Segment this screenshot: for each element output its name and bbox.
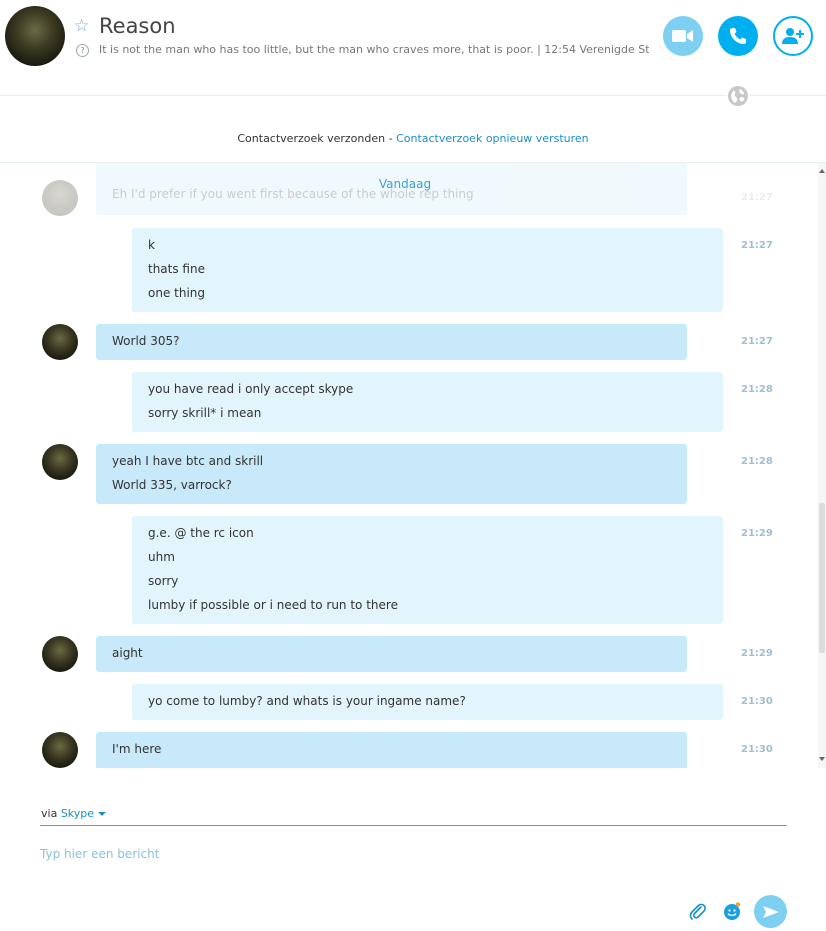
- scroll-up-icon[interactable]: [819, 169, 825, 173]
- message-text: g.e. @ the rc icon: [148, 526, 254, 540]
- phone-icon: [730, 28, 746, 44]
- contact-avatar-small[interactable]: [42, 636, 78, 672]
- add-person-icon: [782, 28, 804, 44]
- paperclip-icon: [689, 903, 706, 920]
- header-divider: [0, 95, 826, 96]
- message-time: 21:30: [741, 696, 773, 707]
- video-camera-icon: [672, 30, 693, 42]
- message-text: you have read i only accept skype: [148, 382, 354, 396]
- date-separator: Vandaag: [378, 177, 432, 191]
- message-text: one thing: [148, 286, 206, 300]
- attach-button[interactable]: [686, 900, 708, 922]
- message-time: 21:27: [741, 240, 773, 251]
- compose-area: via Skype: [0, 768, 826, 931]
- message-text: sorry: [148, 574, 179, 588]
- compose-divider: [40, 825, 787, 826]
- contact-avatar[interactable]: [5, 6, 65, 66]
- conversation-header: ☆ Reason ? It is not the man who has too…: [0, 0, 826, 96]
- chat-scrollbar[interactable]: [818, 163, 826, 768]
- scrollbar-thumb[interactable]: [819, 503, 825, 653]
- via-service[interactable]: Skype: [61, 807, 94, 820]
- smiley-icon: [724, 902, 741, 920]
- message-text: lumby if possible or i need to run to th…: [148, 598, 398, 612]
- via-selector[interactable]: via Skype: [41, 807, 107, 820]
- message-text: yo come to lumby? and whats is your inga…: [148, 694, 466, 708]
- chat-history[interactable]: Vandaag Eh I'd prefer if you went first …: [0, 163, 818, 768]
- video-call-button[interactable]: [663, 16, 703, 56]
- message-text: k: [148, 238, 155, 252]
- message-text: World 335, varrock?: [112, 478, 232, 492]
- message-time: 21:29: [741, 648, 773, 659]
- contact-request-sent-text: Contactverzoek verzonden -: [237, 132, 397, 145]
- contact-avatar-small[interactable]: [42, 444, 78, 480]
- message-time: 21:29: [741, 528, 773, 539]
- message-text: yeah I have btc and skrill: [112, 454, 264, 468]
- message-text: I'm here: [112, 742, 162, 756]
- via-label: via: [41, 807, 58, 820]
- message-bubble[interactable]: yo come to lumby? and whats is your inga…: [132, 684, 723, 720]
- message-text: thats fine: [148, 262, 205, 276]
- help-icon: ?: [76, 44, 89, 57]
- message-text: sorry skrill* i mean: [148, 406, 262, 420]
- message-text: uhm: [148, 550, 175, 564]
- message-bubble[interactable]: yeah I have btc and skrill World 335, va…: [96, 444, 687, 504]
- message-time: 21:30: [741, 744, 773, 755]
- message-time: 21:27: [741, 336, 773, 347]
- emoticon-button[interactable]: [721, 900, 743, 922]
- message-text: aight: [112, 646, 143, 660]
- add-people-button[interactable]: [773, 16, 813, 56]
- message-text: World 305?: [112, 334, 180, 348]
- message-bubble[interactable]: k thats fine one thing: [132, 228, 723, 312]
- contact-request-notice: Contactverzoek verzonden - Contactverzoe…: [0, 132, 826, 145]
- message-bubble[interactable]: g.e. @ the rc icon uhm sorry lumby if po…: [132, 516, 723, 624]
- chevron-down-icon[interactable]: [98, 812, 107, 816]
- message-bubble[interactable]: World 305?: [96, 324, 687, 360]
- call-button[interactable]: [718, 16, 758, 56]
- message-input[interactable]: [40, 844, 740, 864]
- mood-message: It is not the man who has too little, bu…: [99, 43, 649, 56]
- message-bubble[interactable]: I'm here: [96, 732, 687, 768]
- resend-contact-request-link[interactable]: Contactverzoek opnieuw versturen: [396, 132, 589, 145]
- contact-avatar-small[interactable]: [42, 732, 78, 768]
- send-icon: [762, 905, 779, 918]
- message-bubble[interactable]: you have read i only accept skype sorry …: [132, 372, 723, 432]
- message-bubble[interactable]: aight: [96, 636, 687, 672]
- contact-avatar-small[interactable]: [42, 324, 78, 360]
- scroll-down-icon[interactable]: [819, 757, 825, 761]
- globe-icon[interactable]: [727, 85, 749, 107]
- send-button[interactable]: [754, 895, 787, 928]
- message-time: 21:28: [741, 384, 773, 395]
- contact-name[interactable]: Reason: [99, 14, 176, 38]
- message-time: 21:27: [741, 192, 773, 203]
- message-time: 21:28: [741, 456, 773, 467]
- favorite-star-icon[interactable]: ☆: [74, 16, 89, 36]
